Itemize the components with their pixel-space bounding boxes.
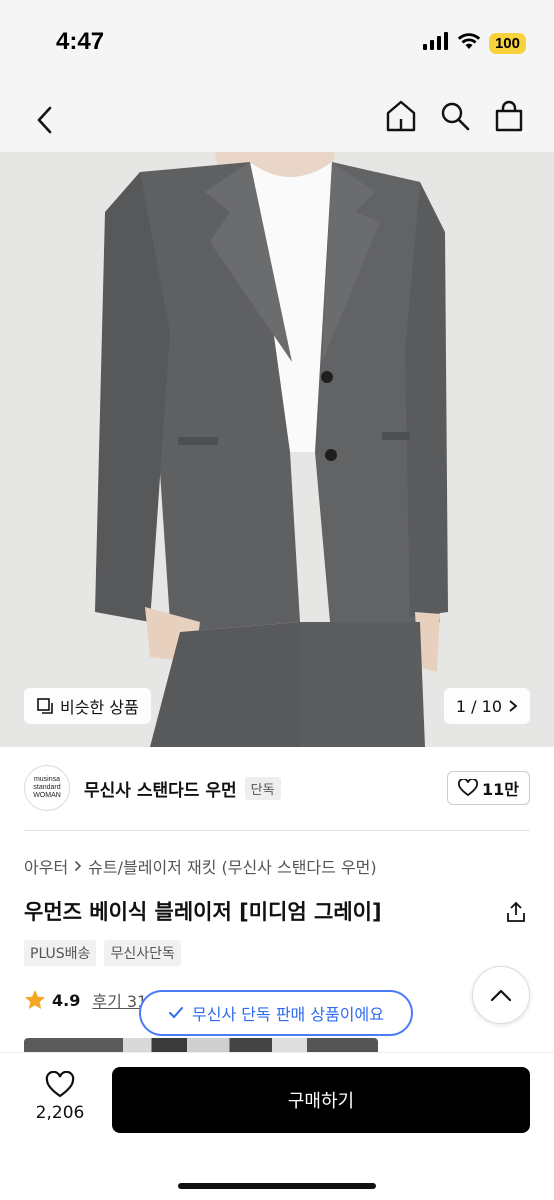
chevron-up-icon [490,989,512,1002]
chevron-right-icon [75,860,82,872]
cart-button[interactable] [492,96,526,136]
pager-label: 1 / 10 [455,696,502,716]
brand-like-count: 11만 [482,780,519,799]
share-button[interactable] [502,898,530,926]
search-icon [441,102,470,131]
similar-icon [37,698,53,714]
status-time: 4:47 [56,28,105,55]
chevron-left-icon [37,106,52,134]
breadcrumb: 아우터 슈트/블레이저 재킷 (무신사 스탠다드 우먼) [24,854,377,878]
search-button[interactable] [438,96,472,136]
breadcrumb-item-outer[interactable]: 아우터 [24,854,68,878]
brand-like-button[interactable]: 11만 [447,771,530,805]
brand-logo-line: WOMAN [33,792,61,799]
similar-products-label: 비슷한 상품 [60,698,139,717]
brand-logo[interactable]: musinsa standard WOMAN [24,765,70,811]
buy-button[interactable]: 구매하기 [112,1067,530,1133]
product-tags: PLUS배송 무신사단독 [24,940,181,966]
rating-value: 4.9 [52,990,81,1010]
home-button[interactable] [384,96,418,136]
brand-logo-line: standard [33,784,61,791]
bottom-action-bar: 2,206 구매하기 [0,1052,554,1200]
shopping-bag-icon [495,100,523,132]
chevron-right-icon [509,700,518,712]
toast-text: 무신사 단독 판매 상품이에요 [192,1005,384,1024]
battery-indicator: 100 [488,32,526,54]
heart-icon [45,1071,75,1098]
brand-exclusive-badge: 단독 [244,776,281,800]
status-bar: 4:47 100 [0,0,554,88]
rating-row: 4.9 후기 31 [24,988,147,1012]
heart-icon [458,779,478,797]
wishlist-count: 2,206 [35,1103,85,1123]
tag-exclusive: 무신사단독 [104,940,181,966]
product-photo [0,152,554,747]
wifi-icon [457,32,481,54]
product-image[interactable] [0,152,554,747]
tag-plus-delivery: PLUS배송 [24,940,97,966]
brand-name[interactable]: 무신사 스탠다드 우먼 [84,776,237,801]
status-icons: 100 [422,32,526,54]
breadcrumb-item-category[interactable]: 슈트/블레이저 재킷 (무신사 스탠다드 우먼) [88,854,376,878]
exclusive-toast: 무신사 단독 판매 상품이에요 [139,990,413,1036]
star-icon [25,990,45,1009]
scroll-to-top-button[interactable] [472,966,530,1024]
home-indicator [178,1183,376,1189]
similar-products-button[interactable]: 비슷한 상품 [24,688,151,724]
product-title: 우먼즈 베이식 블레이저 [미디엄 그레이] [24,900,382,924]
brand-row[interactable]: musinsa standard WOMAN 무신사 스탠다드 우먼 단독 11… [24,764,530,812]
share-icon [507,901,525,922]
top-nav [0,88,554,152]
review-thumbnails[interactable] [24,1038,378,1052]
signal-icon [422,32,449,54]
divider [24,830,530,831]
brand-logo-line: musinsa [33,776,61,783]
back-button[interactable] [28,100,60,140]
home-icon [386,100,416,132]
wishlist-button[interactable]: 2,206 [32,1071,88,1123]
image-pager[interactable]: 1 / 10 [443,688,530,724]
check-icon [169,1007,184,1019]
